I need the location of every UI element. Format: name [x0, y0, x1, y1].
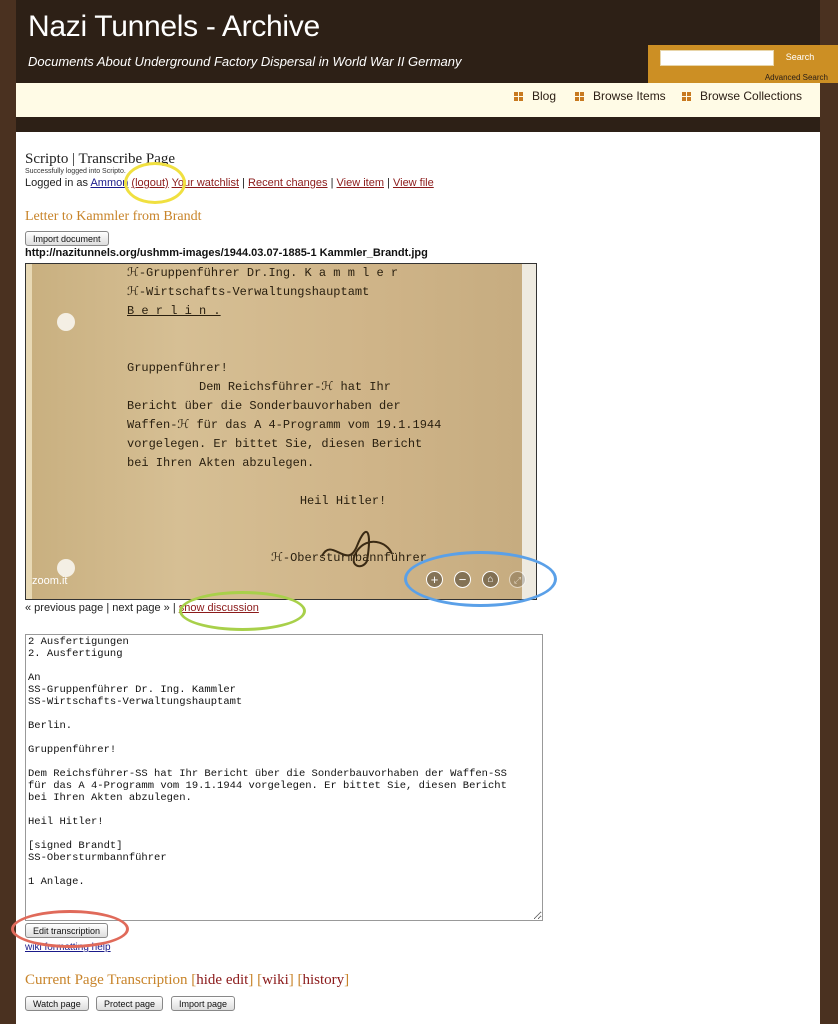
transcription-textarea[interactable]: 2 Ausfertigungen 2. Ausfertigung An SS-G…: [25, 634, 543, 921]
next-page-link[interactable]: next page »: [112, 602, 170, 614]
import-page-button[interactable]: Import page: [171, 996, 236, 1011]
separator: |: [172, 602, 176, 614]
page-title: Scripto | Transcribe Page: [25, 151, 176, 167]
scan-edge: [522, 264, 536, 599]
site-header: Nazi Tunnels - Archive Documents About U…: [16, 0, 838, 83]
main-content: Scripto | Transcribe Page Successfully l…: [11, 132, 820, 1024]
file-url: http://nazitunnels.org/ushmm-images/1944…: [25, 247, 428, 259]
nav-divider: [16, 117, 820, 132]
separator: |: [387, 177, 390, 189]
watch-page-button[interactable]: Watch page: [25, 996, 89, 1011]
site-description: Documents About Underground Factory Disp…: [28, 54, 462, 69]
wiki-formatting-help-link[interactable]: wiki formatting help: [25, 942, 111, 953]
wiki-link[interactable]: wiki: [262, 972, 289, 988]
primary-nav: Blog Browse Items Browse Collections: [16, 83, 820, 117]
watchlist-link[interactable]: Your watchlist: [172, 177, 239, 189]
view-file-link[interactable]: View file: [393, 177, 434, 189]
separator: |: [330, 177, 334, 189]
protect-page-button[interactable]: Protect page: [96, 996, 164, 1011]
document-title: Letter to Kammler from Brandt: [25, 209, 202, 224]
site-title[interactable]: Nazi Tunnels - Archive: [28, 10, 320, 44]
home-icon[interactable]: ⌂: [482, 571, 499, 588]
nav-item-browse-items[interactable]: Browse Items: [575, 89, 666, 103]
previous-page-link[interactable]: « previous page: [25, 602, 103, 614]
nav-item-browse-collections[interactable]: Browse Collections: [682, 89, 802, 103]
punch-hole: [57, 313, 75, 331]
search-box: Search Advanced Search: [648, 45, 838, 83]
edit-transcription-button[interactable]: Edit transcription: [25, 923, 109, 938]
separator: |: [106, 602, 110, 614]
nav-bullet-icon: [575, 92, 584, 101]
document-scan-image: ℋ-Gruppenführer Dr.Ing. K a m m l e r ℋ-…: [32, 264, 522, 599]
import-document-button[interactable]: Import document: [25, 231, 109, 246]
fullscreen-icon[interactable]: ⤢: [509, 571, 526, 588]
signature-image: [321, 531, 393, 568]
current-transcription-heading: Current Page Transcription [hide edit] […: [25, 972, 350, 988]
zoom-in-icon[interactable]: +: [426, 571, 443, 588]
search-button[interactable]: Search: [776, 49, 824, 66]
nav-item-blog[interactable]: Blog: [514, 89, 556, 103]
user-links: Logged in as Ammon (logout) Your watchli…: [25, 177, 434, 189]
current-transcription-title: Current Page Transcription: [25, 972, 188, 988]
separator: |: [242, 177, 245, 189]
nav-item-label: Browse Items: [593, 89, 666, 103]
show-discussion-link[interactable]: show discussion: [179, 602, 259, 614]
search-input[interactable]: [660, 50, 774, 66]
nav-item-label: Browse Collections: [700, 89, 803, 103]
zoom-out-icon[interactable]: −: [454, 571, 471, 588]
history-link[interactable]: history: [303, 972, 345, 988]
page-pager: « previous page | next page » | show dis…: [25, 602, 259, 614]
logout-link[interactable]: (logout): [131, 177, 168, 189]
logged-in-label: Logged in as: [25, 177, 88, 189]
nav-bullet-icon: [514, 92, 523, 101]
zoomit-logo: zoom.it: [32, 575, 68, 587]
advanced-search-link[interactable]: Advanced Search: [765, 73, 828, 82]
nav-bullet-icon: [682, 92, 691, 101]
recent-changes-link[interactable]: Recent changes: [248, 177, 328, 189]
view-item-link[interactable]: View item: [337, 177, 384, 189]
document-scan-text: ℋ-Gruppenführer Dr.Ing. K a m m l e r ℋ-…: [127, 266, 442, 565]
flash-message: Successfully logged into Scripto.: [25, 168, 126, 175]
document-image-viewer[interactable]: ℋ-Gruppenführer Dr.Ing. K a m m l e r ℋ-…: [25, 263, 537, 600]
hide-edit-link[interactable]: hide edit: [196, 972, 248, 988]
username-link[interactable]: Ammon: [90, 177, 128, 189]
nav-item-label: Blog: [532, 89, 557, 103]
